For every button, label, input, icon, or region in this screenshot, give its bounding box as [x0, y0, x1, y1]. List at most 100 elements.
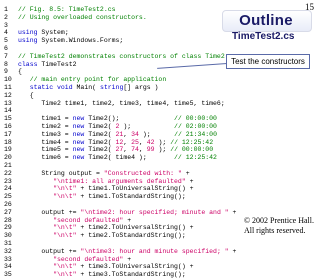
code-line: 8 class TimeTest2: [4, 61, 236, 69]
line-number: 24: [4, 185, 12, 193]
code-line: 27 output += "\ntime2: hour specified; m…: [4, 209, 236, 217]
code-token: "\n\t": [53, 185, 77, 193]
code-token: );: [154, 146, 171, 154]
code-line: 2 // Using overloaded constructors.: [4, 14, 236, 22]
code-token: + time3.ToUniversalString() +: [76, 263, 194, 271]
line-number: 28: [4, 216, 12, 224]
code-line: 11 static void Main( string[] args ): [4, 84, 236, 92]
code-token: new: [72, 115, 85, 123]
code-line: 19 time5 = new Time2( 27, 74, 99 ); // 0…: [4, 146, 236, 154]
code-token: ,: [138, 146, 147, 154]
code-token: +: [123, 255, 132, 263]
code-line: 13 Time2 time1, time2, time3, time4, tim…: [4, 100, 236, 108]
code-token: "\n\t": [53, 224, 77, 232]
line-number: 13: [4, 99, 12, 107]
code-token: + time1.ToStandardString();: [76, 193, 186, 201]
code-token: time2 =: [18, 122, 73, 130]
code-token: 42: [146, 138, 155, 146]
code-token: {: [18, 68, 22, 76]
line-number: 11: [4, 83, 12, 91]
code-token: Main(: [72, 83, 100, 91]
code-line: 17 time3 = new Time2( 21, 34 ); // 21:34…: [4, 131, 236, 139]
code-token: new: [72, 138, 85, 146]
code-token: // 02:00:00: [174, 122, 217, 130]
code-token: class: [18, 60, 38, 68]
line-number: 33: [4, 255, 12, 263]
line-number: 1: [4, 6, 8, 13]
code-line: 22 String output = "Constructed with: " …: [4, 170, 236, 178]
code-line: 12 {: [4, 92, 236, 100]
code-token: time1 =: [18, 115, 73, 123]
code-token: static void: [29, 83, 73, 91]
code-token: // 12:25:42: [174, 154, 217, 162]
code-token: new: [72, 146, 85, 154]
code-token: "\n\t": [53, 193, 77, 201]
code-token: System;: [37, 29, 69, 37]
code-line: 9{: [4, 68, 236, 76]
line-number: 19: [4, 146, 12, 154]
code-token: + time2.ToStandardString();: [76, 232, 186, 240]
code-token: );: [154, 138, 171, 146]
code-token: new: [72, 130, 85, 138]
code-token: time3 =: [18, 130, 73, 138]
file-name-label: TimeTest2.cs: [232, 31, 295, 42]
callout-box: Test the constructors: [226, 54, 310, 69]
code-token: // 00:00:00: [174, 115, 217, 123]
line-number: 3: [4, 21, 8, 29]
line-number: 8: [4, 60, 8, 68]
code-token: Time2 time1, time2, time3, time4, time5,…: [18, 99, 225, 107]
code-token: // TimeTest2 demonstrates constructors o…: [18, 52, 225, 60]
code-line: 5 using System.Windows.Forms;: [4, 37, 236, 45]
line-number: 14: [4, 107, 12, 115]
code-line: 35 "\n\t" + time3.ToStandardString();: [4, 271, 236, 279]
code-line: 4 using System;: [4, 29, 236, 37]
code-token: Time2( time4 );: [84, 154, 175, 162]
code-token: TimeTest2: [37, 60, 77, 68]
code-line: 24 "\n\t" + time1.ToUniversalString() +: [4, 185, 236, 193]
code-line: 6: [4, 45, 236, 53]
code-line: 18 time4 = new Time2( 12, 25, 42 ); // 1…: [4, 139, 236, 147]
code-token: +: [228, 247, 237, 255]
code-line: 23 "\ntime1: all arguments defaulted" +: [4, 178, 236, 186]
code-token: using: [18, 37, 38, 45]
code-token: {: [18, 91, 34, 99]
code-token: +: [123, 216, 132, 224]
code-token: "\ntime3: hour and minute specified; ": [80, 247, 229, 255]
line-number: 31: [4, 239, 12, 247]
copyright-notice: © 2002 Prentice Hall. All rights reserve…: [244, 216, 314, 236]
line-number: 15: [4, 115, 12, 123]
code-line: 30 "\n\t" + time2.ToStandardString();: [4, 232, 236, 240]
code-token: // 00:00:00: [170, 146, 214, 154]
code-token: Time2(: [84, 122, 116, 130]
code-token: 74: [131, 146, 139, 154]
line-number: 4: [4, 29, 8, 37]
line-number: 18: [4, 138, 12, 146]
code-token: 34: [131, 130, 139, 138]
code-token: string: [99, 83, 124, 91]
line-number: 9: [4, 68, 8, 76]
code-line: 32 output += "\ntime3: hour and minute s…: [4, 248, 236, 256]
line-number: 10: [4, 76, 12, 84]
code-token: );: [119, 122, 175, 130]
code-listing: 1 // Fig. 8.5: TimeTest2.cs 2 // Using over…: [4, 6, 236, 279]
line-number: 5: [4, 37, 8, 45]
code-line: 15 time1 = new Time2(); // 00:00:00: [4, 115, 236, 123]
line-number: 17: [4, 130, 12, 138]
code-token: ,: [123, 146, 132, 154]
code-token: + time1.ToUniversalString() +: [76, 185, 194, 193]
code-token: new: [72, 122, 85, 130]
code-line: 16 time2 = new Time2( 2 ); // 02:00:00: [4, 123, 236, 131]
copyright-line-2: All rights reserved.: [243, 226, 306, 235]
code-token: // main entry point for application: [18, 76, 167, 84]
copyright-line-1: © 2002 Prentice Hall.: [243, 216, 314, 225]
code-token: Time2(: [84, 130, 116, 138]
line-number: 34: [4, 263, 12, 271]
code-token: "\n\t": [53, 232, 77, 240]
code-token: + time2.ToUniversalString() +: [76, 224, 194, 232]
line-number: 32: [4, 247, 12, 255]
